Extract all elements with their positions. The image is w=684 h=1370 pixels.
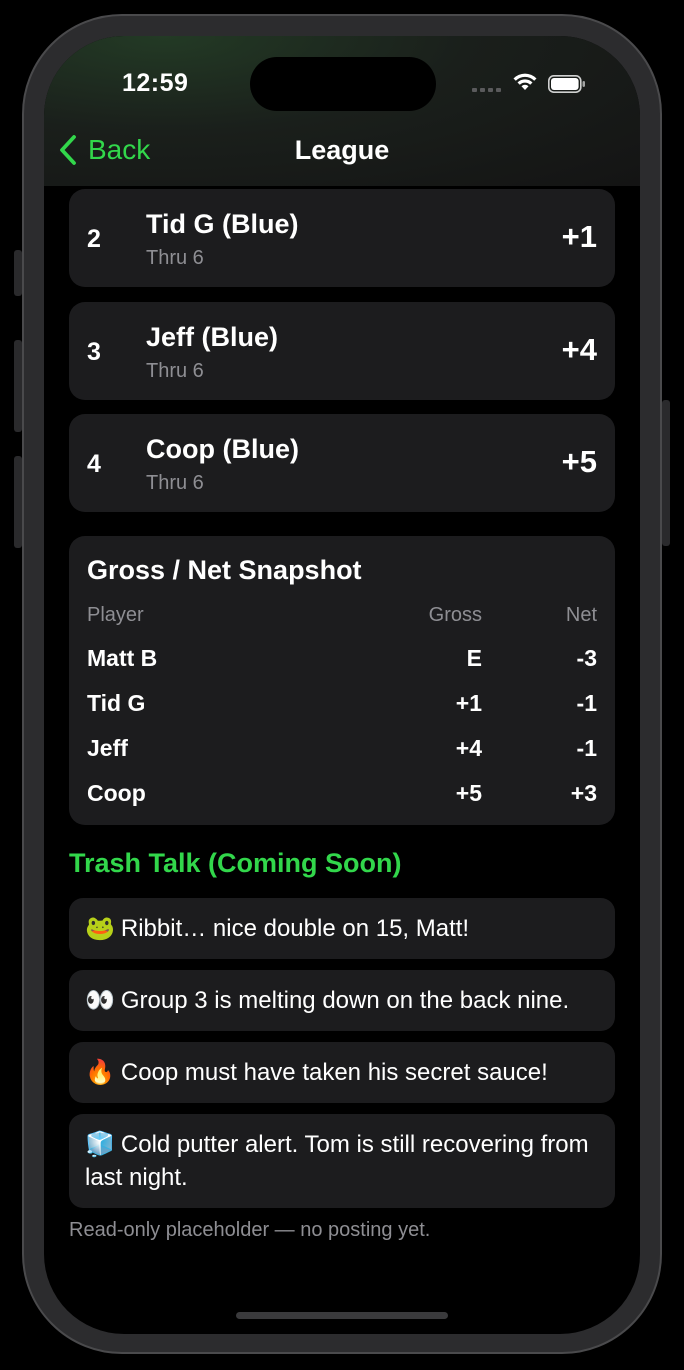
trash-talk-message: 👀 Group 3 is melting down on the back nin…	[69, 970, 615, 1031]
read-only-note: Read-only placeholder — no posting yet.	[69, 1219, 431, 1241]
snapshot-gross: +1	[455, 690, 482, 716]
snapshot-net: +3	[570, 780, 597, 806]
volume-down-button	[14, 456, 22, 548]
snapshot-gross: +5	[455, 780, 482, 806]
snapshot-net: -1	[576, 690, 597, 716]
snapshot-player: Jeff	[87, 735, 128, 761]
player-name: Coop (Blue)	[146, 434, 299, 464]
message-text: Group 3 is melting down on the back nine…	[120, 987, 570, 1014]
leaderboard-row[interactable]: 4 Coop (Blue) Thru 6 +5	[69, 414, 615, 512]
eyes-icon: 👀	[85, 987, 115, 1014]
message-text: Cold putter alert. Tom is still recoveri…	[85, 1131, 589, 1191]
snapshot-player: Matt B	[87, 645, 158, 671]
fire-icon: 🔥	[85, 1059, 115, 1086]
score: +1	[561, 219, 597, 254]
volume-up-button	[14, 340, 22, 432]
thru-label: Thru 6	[146, 472, 204, 494]
thru-label: Thru 6	[146, 247, 204, 269]
screen: 12:59 Back League 2 Tid G (Blue) Thru 6 …	[44, 36, 640, 1334]
wifi-icon	[513, 73, 537, 90]
trash-talk-message: 🧊 Cold putter alert. Tom is still recover…	[69, 1114, 615, 1208]
thru-label: Thru 6	[146, 360, 204, 382]
action-button	[14, 250, 22, 296]
snapshot-title: Gross / Net Snapshot	[87, 555, 362, 585]
score: +5	[561, 444, 597, 479]
frog-icon: 🐸	[85, 915, 115, 942]
leaderboard-row[interactable]: 3 Jeff (Blue) Thru 6 +4	[69, 302, 615, 400]
column-header-player: Player	[87, 604, 144, 626]
column-header-net: Net	[565, 604, 597, 626]
status-time: 12:59	[122, 69, 189, 97]
player-name: Tid G (Blue)	[146, 209, 299, 239]
snapshot-player: Coop	[87, 780, 146, 806]
trash-talk-header: Trash Talk (Coming Soon)	[69, 848, 402, 878]
home-indicator[interactable]	[236, 1312, 448, 1319]
snapshot-gross: E	[466, 645, 482, 671]
rank: 3	[87, 338, 101, 366]
message-text: Coop must have taken his secret sauce!	[120, 1059, 548, 1086]
dynamic-island	[250, 57, 436, 111]
battery-icon	[548, 75, 585, 93]
snapshot-player: Tid G	[87, 690, 146, 716]
power-button	[662, 400, 670, 546]
player-name: Jeff (Blue)	[146, 322, 279, 352]
scroll-content[interactable]: 2 Tid G (Blue) Thru 6 +1 3 Jeff (Blue) T…	[44, 186, 640, 1334]
column-header-gross: Gross	[428, 604, 482, 626]
message-text: Ribbit… nice double on 15, Matt!	[120, 915, 470, 942]
cellular-signal-icon	[472, 88, 502, 94]
trash-talk-message: 🔥 Coop must have taken his secret sauce!	[69, 1042, 615, 1103]
snapshot-gross: +4	[455, 735, 482, 761]
rank: 4	[87, 450, 101, 478]
trash-talk-message: 🐸 Ribbit… nice double on 15, Matt!	[69, 898, 615, 959]
snapshot-net: -3	[576, 645, 597, 671]
snapshot-net: -1	[576, 735, 597, 761]
nav-title: League	[294, 135, 390, 165]
score: +4	[561, 332, 597, 367]
gross-net-snapshot-card: Gross / Net Snapshot Player Gross Net Ma…	[69, 536, 615, 825]
leaderboard-row[interactable]: 2 Tid G (Blue) Thru 6 +1	[69, 189, 615, 287]
ice-cube-icon: 🧊	[85, 1131, 115, 1158]
rank: 2	[87, 225, 101, 253]
